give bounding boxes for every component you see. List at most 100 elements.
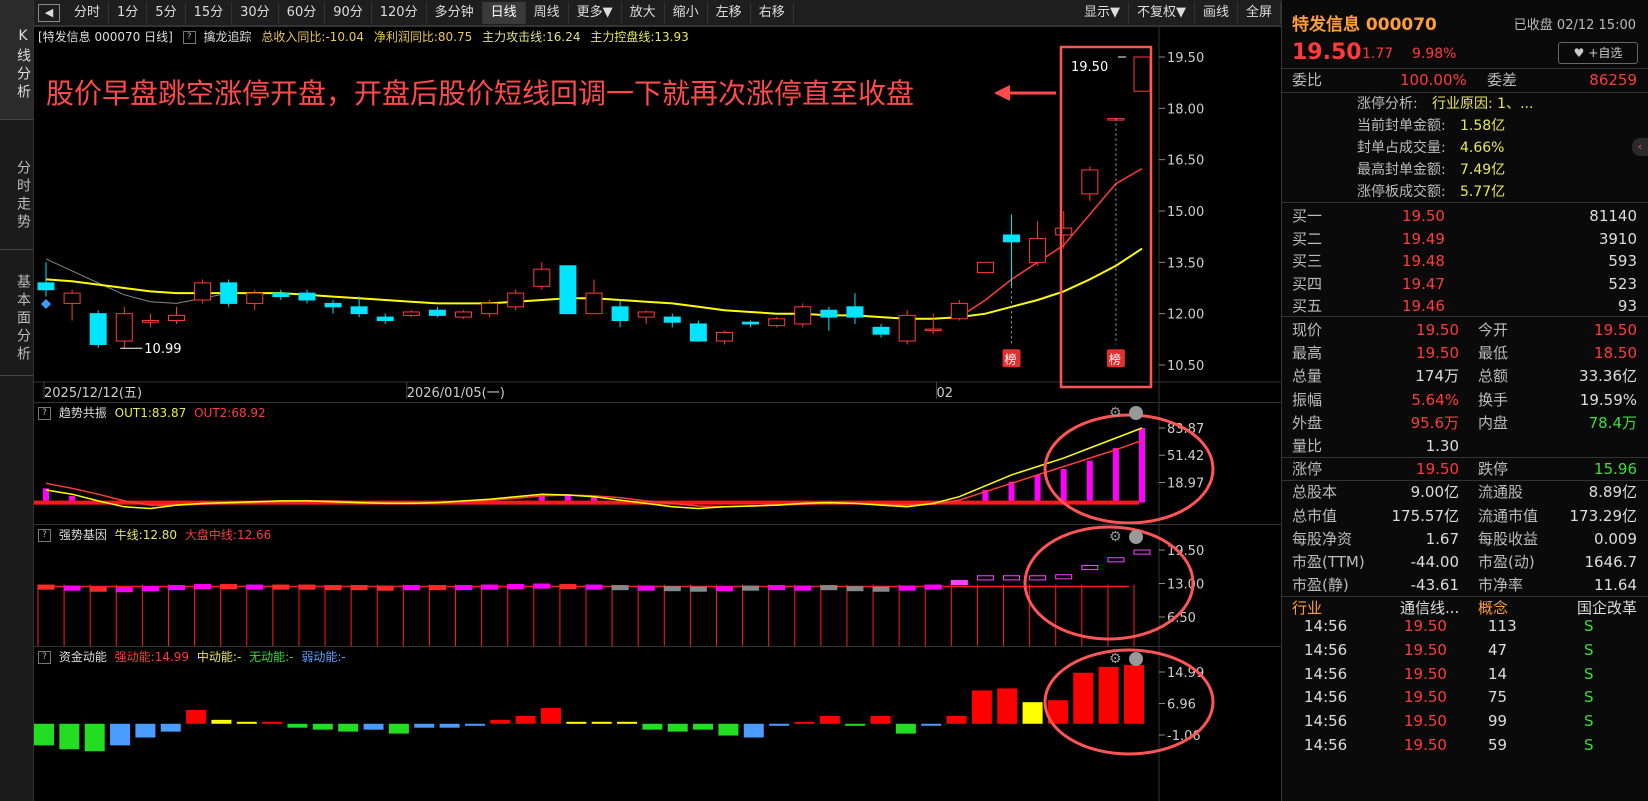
limit-item-row: 当前封单金额: 1.58亿: [1282, 114, 1648, 138]
tick-row: 14:56 19.50 113 S: [1282, 614, 1648, 638]
sub2-bar: [794, 585, 812, 591]
toolbar-btn-11[interactable]: 更多▼: [569, 1, 622, 24]
heart-icon: ♥: [1573, 46, 1585, 60]
sub2-bar: [846, 586, 864, 592]
candle-body: [768, 318, 786, 327]
stat-label: 市盈(TTM): [1292, 553, 1365, 571]
toolbar-btn-9[interactable]: 日线: [482, 1, 526, 24]
stat-label: 今开: [1478, 321, 1509, 339]
sub2-bar: [89, 586, 107, 592]
low-price-label: 10.99: [144, 342, 181, 357]
toolbar-btn-14[interactable]: 左移: [708, 1, 751, 24]
bid-row: 买一 19.50 81140: [1282, 204, 1648, 228]
bid-volume: 81140: [1589, 207, 1637, 225]
toolbar-btn-3[interactable]: 15分: [186, 1, 233, 24]
sub3-bar: [591, 721, 612, 724]
rank-badge-label: 榜: [1005, 351, 1017, 366]
sub3-bar: [439, 723, 460, 728]
toolbar-btn-8[interactable]: 多分钟: [427, 1, 483, 24]
stat-value: 95.6万: [1410, 413, 1459, 432]
stat-value: 9.00亿: [1410, 483, 1459, 502]
axis-tick-label: 13.50: [1167, 256, 1204, 271]
toolbar-right-btn-1[interactable]: 不复权▼: [1129, 1, 1195, 24]
toolbar-btn-1[interactable]: 1分: [109, 1, 148, 24]
tick-side: S: [1584, 712, 1594, 731]
toolbar-btn-5[interactable]: 60分: [279, 1, 326, 24]
stat-value: 1.67: [1425, 529, 1459, 548]
tab-intraday[interactable]: 分时走势: [0, 132, 33, 250]
toolbar-btn-15[interactable]: 右移: [751, 1, 794, 24]
stat-label: 流通股: [1478, 483, 1524, 502]
sub2-chart[interactable]: 19.5013.006.50⚙: [34, 525, 1281, 647]
sub2-bar: [115, 587, 133, 593]
tick-row: 14:56 19.50 47 S: [1282, 638, 1648, 662]
stat-label: 每股收益: [1478, 529, 1539, 548]
stat-value: 19.59%: [1579, 390, 1637, 409]
add-favorite-button[interactable]: ♥ +自选: [1558, 42, 1638, 64]
bid-price: 19.46: [1402, 297, 1445, 315]
sub1-chart[interactable]: 83.8751.4218.97⚙: [34, 403, 1281, 525]
sub3-bar: [794, 721, 815, 724]
sub1-panel: ? 趋势共振 OUT1:83.87 OUT2:68.92 83.87 51.42 1…: [34, 402, 1281, 525]
stat-row: 现价 19.50 今开 19.50: [1282, 318, 1648, 342]
toolbar-btn-0[interactable]: 分时: [66, 1, 110, 24]
weicha-value: 86259: [1589, 71, 1637, 89]
stat-label: 最高: [1292, 344, 1323, 363]
sub3-chart[interactable]: 14.996.96-1.06⚙: [34, 647, 1281, 801]
stat-value: 5.64%: [1411, 390, 1459, 409]
toolbar-right-btn-3[interactable]: 全屏: [1238, 1, 1281, 24]
limit-item-label: 封单占成交量:: [1357, 140, 1446, 156]
candle-body: [1003, 234, 1021, 243]
tab-kline[interactable]: K线分析: [0, 0, 33, 120]
toolbar-btn-13[interactable]: 缩小: [665, 1, 708, 24]
sub2-bar: [1133, 549, 1151, 555]
kline-chart[interactable]: 19.50 18.00 16.50 15.00 13.50 12.00 10.50 2025/…: [34, 27, 1281, 403]
toolbar-btn-2[interactable]: 5分: [147, 1, 186, 24]
toolbar-btn-4[interactable]: 30分: [232, 1, 279, 24]
toolbar-btn-7[interactable]: 120分: [372, 1, 427, 24]
toolbar: ◀ 分时 1分 5分 15分 30分 60分 90分 120分 多分钟 日线 周线 更多▼ 放大 缩小 左移…: [34, 0, 1281, 26]
toolbar-right-btn-0[interactable]: 显示▼: [1076, 1, 1129, 24]
candle-body: [194, 282, 212, 301]
sub3-bar: [667, 723, 688, 732]
stat-label: 内盘: [1478, 413, 1509, 432]
toolbar-right-btn-2[interactable]: 画线: [1195, 1, 1238, 24]
candle-body: [428, 309, 446, 316]
toolbar-btn-6[interactable]: 90分: [325, 1, 372, 24]
sub2-bar: [63, 585, 81, 591]
sub3-bar: [236, 721, 257, 724]
sub2-bar: [376, 585, 394, 591]
bid-row: 买二 19.49 3910: [1282, 227, 1648, 251]
limit-item-value: 1.58亿: [1460, 118, 1506, 134]
sub3-bar: [617, 721, 638, 724]
axis-tick-label: 19.50: [1167, 51, 1204, 66]
collapse-left-icon[interactable]: ◀: [38, 3, 60, 22]
sub2-bar: [194, 584, 212, 590]
sub3-bar: [971, 690, 992, 724]
stat-label: 总量: [1292, 367, 1323, 386]
stat-value: 78.4万: [1588, 413, 1637, 432]
tick-time: 14:56: [1304, 688, 1348, 707]
candle-body: [924, 328, 942, 332]
sub2-bar: [898, 585, 916, 591]
stat-row: 市盈(静) -43.61 市净率 11.64: [1282, 573, 1648, 597]
tick-side: S: [1584, 688, 1594, 707]
sub1-bar: [1139, 428, 1145, 503]
limit-item-value: 7.49亿: [1460, 162, 1506, 178]
bid-volume: 523: [1608, 274, 1637, 293]
axis-tick-label: 15.00: [1167, 205, 1204, 220]
stat-row: 量比 1.30: [1282, 434, 1648, 458]
tab-fundamental[interactable]: 基本面分析: [0, 252, 33, 376]
candle-body: [89, 313, 107, 345]
toolbar-btn-10[interactable]: 周线: [526, 1, 569, 24]
toolbar-btn-12[interactable]: 放大: [622, 1, 665, 24]
tick-volume: 99: [1488, 712, 1508, 731]
sub2-bar: [1081, 564, 1099, 571]
limit-reason: 行业原因: 1、...: [1432, 96, 1534, 112]
tick-side: S: [1584, 664, 1594, 683]
limit-title: 涨停分析:: [1357, 96, 1418, 112]
candle-body: [481, 302, 499, 315]
sub3-bar: [845, 723, 866, 726]
stat-label: 流通市值: [1478, 506, 1539, 525]
sub3-bar: [34, 723, 54, 746]
